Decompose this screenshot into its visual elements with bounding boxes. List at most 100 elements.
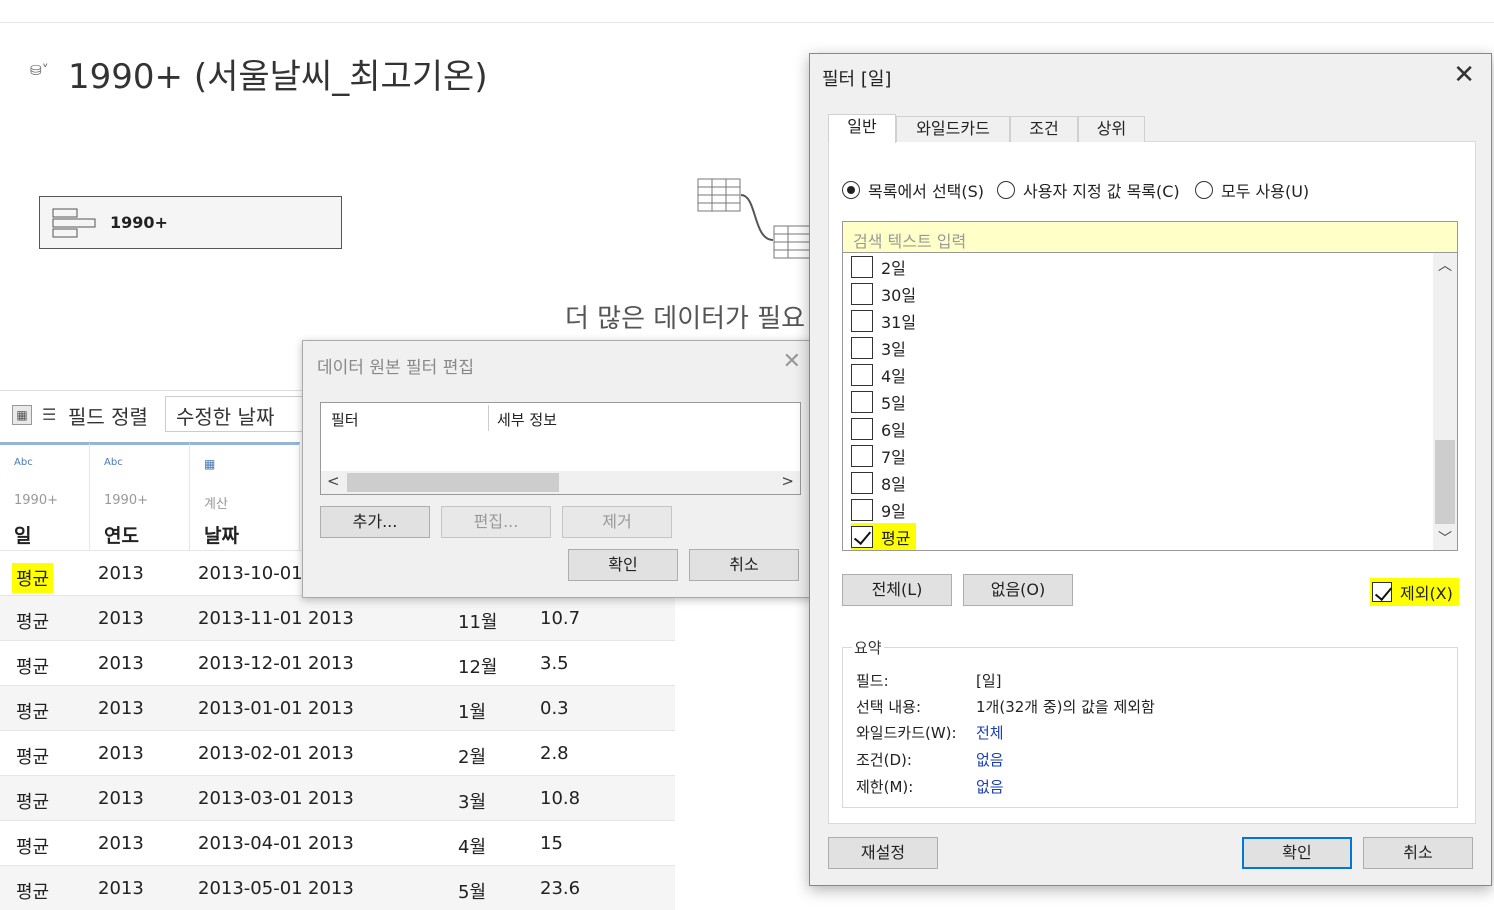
list-item[interactable]: 5일 [851, 388, 906, 415]
cell-year2: 2013 [308, 788, 354, 809]
tab-wildcard[interactable]: 와일드카드 [896, 116, 1010, 142]
cell-year2: 2013 [308, 833, 354, 854]
list-item-selected[interactable]: 평균 [851, 523, 917, 550]
cancel-button[interactable]: 취소 [689, 549, 799, 581]
close-icon[interactable]: ✕ [783, 349, 801, 374]
list-item[interactable]: 31일 [851, 307, 916, 334]
checkbox[interactable] [851, 363, 873, 386]
checkbox[interactable] [851, 471, 873, 494]
list-item[interactable]: 7일 [851, 442, 906, 469]
checkbox-checked[interactable] [1372, 582, 1392, 602]
chevron-down-icon[interactable]: ﹀ [1438, 528, 1452, 548]
summary-limit-link[interactable]: 없음 [976, 776, 1004, 797]
radio-use-all[interactable]: 모두 사용(U) [1195, 178, 1309, 202]
reset-button[interactable]: 재설정 [828, 837, 938, 869]
chevron-left-icon[interactable]: < [327, 472, 340, 490]
tab-general[interactable]: 일반 [828, 114, 896, 143]
cell-month: 5월 [458, 882, 487, 903]
radio-label: 사용자 지정 값 목록(C) [1023, 182, 1180, 201]
search-input[interactable]: 검색 텍스트 입력 [842, 221, 1458, 253]
ok-button[interactable]: 확인 [1242, 837, 1352, 869]
checkbox[interactable] [851, 444, 873, 467]
list-item[interactable]: 8일 [851, 469, 906, 496]
canvas-tables-icon [697, 178, 812, 259]
cell-date: 2013-11-01 [198, 608, 303, 629]
column-name: 연도 [104, 525, 139, 547]
add-button[interactable]: 추가... [320, 506, 430, 538]
column-name: 일 [14, 525, 32, 547]
column-header-filter[interactable]: 필터 [331, 409, 359, 430]
column-header[interactable]: Abc 1990+ 연도 [90, 442, 190, 550]
remove-button[interactable]: 제거 [562, 506, 672, 538]
cancel-button[interactable]: 취소 [1363, 837, 1473, 869]
list-item-label: 31일 [881, 312, 917, 332]
checkbox[interactable] [851, 309, 873, 332]
summary-wildcard-link[interactable]: 전체 [976, 722, 1004, 743]
summary-field-label: 필드: [856, 672, 889, 690]
column-header[interactable]: Abc 1990+ 일 [0, 442, 90, 550]
cell-date: 2013-05-01 [198, 878, 303, 899]
datasource-title[interactable]: 1990+ (서울날씨_최고기온) [68, 49, 488, 98]
checkbox[interactable] [851, 255, 873, 278]
list-item[interactable]: 3일 [851, 334, 906, 361]
table-row: 평균 2013 2013-03-01 2013 3월 10.8 [0, 775, 675, 820]
value-list[interactable]: 2일 30일 31일 3일 4일 5일 6일 7일 8일 9일 평균 ︿ ﹀ [842, 253, 1458, 551]
database-icon[interactable]: ⛁˅ [30, 63, 50, 83]
edit-button[interactable]: 편집... [441, 506, 551, 538]
checkbox[interactable] [851, 417, 873, 440]
horizontal-scrollbar[interactable]: < > [321, 471, 800, 494]
radio-dot[interactable] [997, 181, 1015, 199]
tab-condition[interactable]: 조건 [1010, 116, 1078, 142]
select-none-button[interactable]: 없음(O) [963, 574, 1073, 606]
string-type-icon[interactable]: Abc [14, 457, 33, 468]
sort-fields-label: 필드 정렬 [68, 405, 148, 429]
list-item[interactable]: 30일 [851, 280, 916, 307]
column-source: 계산 [204, 497, 228, 512]
chevron-up-icon[interactable]: ︿ [1438, 255, 1452, 275]
ok-button[interactable]: 확인 [568, 549, 678, 581]
list-view-icon[interactable]: ☰ [42, 405, 56, 424]
cell-year: 2013 [98, 833, 144, 854]
grid-view-icon[interactable]: ▦ [12, 405, 32, 425]
list-item[interactable]: 2일 [851, 253, 906, 280]
checkbox[interactable] [851, 498, 873, 521]
list-item-label: 5일 [881, 393, 906, 413]
list-item[interactable]: 6일 [851, 415, 906, 442]
sort-fields-select[interactable]: 수정한 날짜 [165, 396, 305, 432]
dialog-title: 필터 [일] [822, 69, 892, 90]
checkbox[interactable] [851, 282, 873, 305]
exclude-checkbox[interactable]: 제외(X) [1370, 578, 1459, 606]
vertical-scrollbar[interactable]: ︿ ﹀ [1433, 253, 1457, 550]
list-item-label: 2일 [881, 258, 906, 278]
radio-dot[interactable] [842, 181, 860, 199]
cell-month: 2월 [458, 747, 487, 768]
checkbox[interactable] [851, 390, 873, 413]
summary-condition-link[interactable]: 없음 [976, 749, 1004, 770]
column-header[interactable]: ▦ 계산 날짜 [190, 442, 300, 550]
datasource-header: ⛁˅ 1990+ (서울날씨_최고기온) [30, 48, 488, 98]
scrollbar-thumb[interactable] [347, 473, 559, 492]
list-item[interactable]: 4일 [851, 361, 906, 388]
cell-value: 10.8 [540, 788, 581, 809]
table-card[interactable]: 1990+ [39, 196, 342, 249]
scrollbar-thumb[interactable] [1435, 440, 1455, 524]
checkbox-checked[interactable] [851, 525, 873, 548]
filter-list[interactable]: 필터 세부 정보 < > [320, 402, 801, 495]
list-item[interactable]: 9일 [851, 496, 906, 523]
close-icon[interactable]: ✕ [1453, 60, 1475, 90]
tab-top[interactable]: 상위 [1078, 116, 1145, 142]
radio-custom-value-list[interactable]: 사용자 지정 값 목록(C) [997, 178, 1180, 202]
chevron-right-icon[interactable]: > [781, 472, 794, 490]
radio-dot[interactable] [1195, 181, 1213, 199]
column-name: 날짜 [204, 525, 239, 547]
select-all-button[interactable]: 전체(L) [842, 574, 952, 606]
string-type-icon[interactable]: Abc [104, 457, 123, 468]
column-source: 1990+ [14, 493, 58, 508]
calendar-icon[interactable]: ▦ [204, 457, 215, 471]
cell-year: 2013 [98, 608, 144, 629]
column-divider[interactable] [488, 405, 489, 431]
checkbox[interactable] [851, 336, 873, 359]
radio-select-from-list[interactable]: 목록에서 선택(S) [842, 178, 984, 202]
column-header-details[interactable]: 세부 정보 [497, 409, 557, 430]
table-row: 평균 2013 2013-02-01 2013 2월 2.8 [0, 730, 675, 775]
